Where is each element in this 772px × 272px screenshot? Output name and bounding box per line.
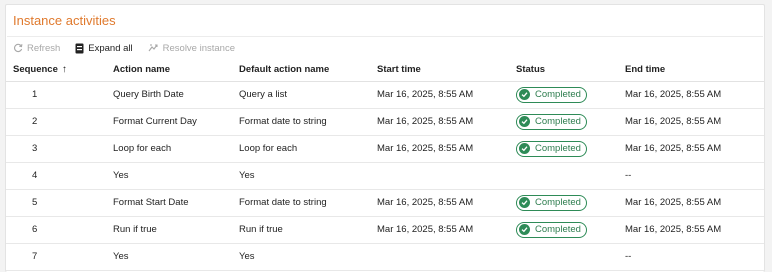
- table-row[interactable]: 3 Loop for each Loop for each Mar 16, 20…: [6, 135, 764, 163]
- column-header-end-time[interactable]: End time: [618, 58, 764, 82]
- table-row[interactable]: 4 Yes Yes --: [6, 162, 764, 190]
- sort-ascending-icon[interactable]: ↑: [62, 64, 67, 75]
- cell-end-time: Mar 16, 2025, 8:55 AM: [618, 135, 764, 163]
- status-badge: Completed: [516, 194, 587, 211]
- cell-sequence: 1: [6, 81, 106, 109]
- cell-default-action-name: Format date to string: [232, 108, 370, 136]
- refresh-label: Refresh: [27, 42, 61, 54]
- cell-start-time: [370, 243, 509, 271]
- cell-action-name: Format Start Date: [106, 189, 232, 217]
- cell-default-action-name: Yes: [232, 162, 370, 190]
- table-header-row: Sequence ↑ Action name Default action nam…: [6, 58, 764, 82]
- cell-default-action-name: Run if true: [232, 216, 370, 244]
- check-circle-icon: [519, 89, 530, 100]
- cell-sequence: 7: [6, 243, 106, 271]
- cell-action-name: Loop for each: [106, 135, 232, 163]
- expand-all-label: Expand all: [88, 42, 133, 54]
- resolve-icon: [148, 44, 158, 52]
- cell-start-time: Mar 16, 2025, 8:55 AM: [370, 216, 509, 244]
- status-label: Completed: [535, 224, 581, 235]
- cell-end-time: Mar 16, 2025, 8:55 AM: [618, 216, 764, 244]
- column-header-start-time[interactable]: Start time: [370, 58, 509, 82]
- cell-status: Completed: [509, 135, 618, 163]
- cell-action-name: Query Birth Date: [106, 81, 232, 109]
- cell-sequence: 6: [6, 216, 106, 244]
- activities-table: Sequence ↑ Action name Default action nam…: [6, 58, 764, 271]
- cell-sequence: 5: [6, 189, 106, 217]
- cell-default-action-name: Yes: [232, 243, 370, 271]
- table-row[interactable]: 1 Query Birth Date Query a list Mar 16, …: [6, 81, 764, 109]
- status-label: Completed: [535, 197, 581, 208]
- refresh-button[interactable]: Refresh: [13, 43, 60, 54]
- cell-sequence: 3: [6, 135, 106, 163]
- cell-start-time: [370, 162, 509, 190]
- cell-start-time: Mar 16, 2025, 8:55 AM: [370, 81, 509, 109]
- resolve-instance-button[interactable]: Resolve instance: [148, 43, 235, 54]
- cell-action-name: Run if true: [106, 216, 232, 244]
- cell-status: Completed: [509, 189, 618, 217]
- column-header-status[interactable]: Status: [509, 58, 618, 82]
- cell-status: Completed: [509, 81, 618, 109]
- cell-default-action-name: Query a list: [232, 81, 370, 109]
- status-badge: Completed: [516, 86, 587, 103]
- status-badge: Completed: [516, 140, 587, 157]
- table-row[interactable]: 5 Format Start Date Format date to strin…: [6, 189, 764, 217]
- status-badge: Completed: [516, 113, 587, 130]
- check-circle-icon: [519, 143, 530, 154]
- cell-start-time: Mar 16, 2025, 8:55 AM: [370, 189, 509, 217]
- status-label: Completed: [535, 116, 581, 127]
- check-circle-icon: [519, 197, 530, 208]
- column-header-default-action-name[interactable]: Default action name: [232, 58, 370, 82]
- table-row[interactable]: 6 Run if true Run if true Mar 16, 2025, …: [6, 216, 764, 244]
- column-header-action-name[interactable]: Action name: [106, 58, 232, 82]
- expand-all-icon: [75, 43, 84, 53]
- instance-activities-panel: Instance activities Refresh Expand all R…: [5, 4, 765, 272]
- toolbar-divider: [7, 36, 763, 37]
- cell-status: [509, 243, 618, 271]
- cell-sequence: 4: [6, 162, 106, 190]
- toolbar: Refresh Expand all Resolve instance: [13, 41, 250, 55]
- table-row[interactable]: 7 Yes Yes --: [6, 243, 764, 271]
- expand-all-button[interactable]: Expand all: [75, 42, 133, 54]
- table-row[interactable]: 2 Format Current Day Format date to stri…: [6, 108, 764, 136]
- resolve-instance-label: Resolve instance: [162, 42, 235, 54]
- status-badge: Completed: [516, 221, 587, 238]
- cell-end-time: --: [618, 243, 764, 271]
- cell-action-name: Format Current Day: [106, 108, 232, 136]
- cell-start-time: Mar 16, 2025, 8:55 AM: [370, 135, 509, 163]
- panel-title: Instance activities: [13, 13, 116, 28]
- cell-action-name: Yes: [106, 243, 232, 271]
- cell-end-time: --: [618, 162, 764, 190]
- cell-status: [509, 162, 618, 190]
- status-label: Completed: [535, 143, 581, 154]
- cell-default-action-name: Format date to string: [232, 189, 370, 217]
- check-circle-icon: [519, 224, 530, 235]
- cell-default-action-name: Loop for each: [232, 135, 370, 163]
- cell-end-time: Mar 16, 2025, 8:55 AM: [618, 108, 764, 136]
- cell-start-time: Mar 16, 2025, 8:55 AM: [370, 108, 509, 136]
- cell-end-time: Mar 16, 2025, 8:55 AM: [618, 189, 764, 217]
- cell-sequence: 2: [6, 108, 106, 136]
- column-header-sequence[interactable]: Sequence ↑: [6, 58, 106, 82]
- cell-end-time: Mar 16, 2025, 8:55 AM: [618, 81, 764, 109]
- cell-status: Completed: [509, 216, 618, 244]
- cell-status: Completed: [509, 108, 618, 136]
- check-circle-icon: [519, 116, 530, 127]
- cell-action-name: Yes: [106, 162, 232, 190]
- refresh-icon: [14, 43, 23, 53]
- status-label: Completed: [535, 89, 581, 100]
